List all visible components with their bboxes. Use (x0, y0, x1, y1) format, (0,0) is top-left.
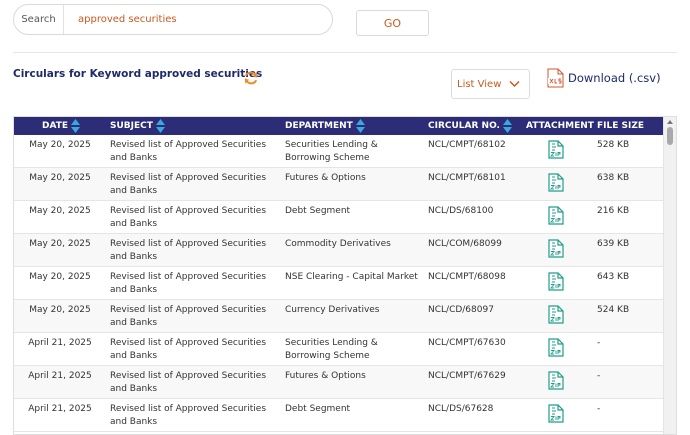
column-header-file-size: FILE SIZE (597, 117, 644, 135)
cell-subject-link[interactable]: Revised list of Approved Securities and … (110, 238, 280, 264)
cell-file-size: - (597, 338, 601, 348)
table-row: April 21, 2025 Revised list of Approved S… (14, 333, 664, 366)
cell-department: Securities Lending & Borrowing Scheme (285, 140, 378, 163)
cell-department: Currency Derivatives (285, 305, 380, 315)
column-label-subject: SUBJECT (110, 121, 153, 131)
zip-file-icon[interactable] (548, 140, 564, 159)
sort-icon[interactable] (71, 119, 81, 133)
zip-file-icon[interactable] (548, 305, 564, 324)
cell-circular-no: NCL/CMPT/67630 (428, 338, 506, 348)
cell-file-size: 524 KB (597, 305, 630, 315)
cell-department: Debt Segment (285, 206, 351, 216)
cell-subject-link[interactable]: Revised list of Approved Securities and … (110, 304, 280, 330)
zip-file-icon[interactable] (548, 206, 564, 225)
cell-circular-no: NCL/CD/68097 (428, 305, 494, 315)
zip-file-icon[interactable] (548, 371, 564, 390)
column-header-subject[interactable]: SUBJECT (110, 117, 165, 135)
sort-icon[interactable] (155, 119, 165, 133)
cell-date: May 20, 2025 (29, 239, 91, 249)
zip-file-icon[interactable] (548, 404, 564, 423)
cell-department: NSE Clearing - Capital Market (285, 272, 418, 282)
cell-subject-link[interactable]: Revised list of Approved Securities and … (110, 139, 280, 165)
cell-date: April 21, 2025 (28, 371, 92, 381)
zip-file-icon[interactable] (548, 173, 564, 192)
chevron-down-icon (509, 80, 520, 88)
view-select-label: List View (457, 78, 502, 90)
cell-circular-no: NCL/CMPT/68101 (428, 173, 506, 183)
column-header-circular-no[interactable]: CIRCULAR NO. (428, 117, 512, 135)
divider (13, 52, 677, 53)
search-input[interactable] (64, 5, 332, 34)
cell-circular-no: NCL/CMPT/67629 (428, 371, 506, 381)
cell-circular-no: NCL/DS/67628 (428, 404, 494, 414)
cell-date: May 20, 2025 (29, 206, 91, 216)
table-row: May 20, 2025 Revised list of Approved Sec… (14, 201, 664, 234)
zip-file-icon[interactable] (548, 272, 564, 291)
go-button[interactable]: GO (356, 10, 429, 36)
column-label-department: DEPARTMENT (285, 121, 353, 131)
cell-subject-link[interactable]: Revised list of Approved Securities and … (110, 271, 280, 297)
cell-date: May 20, 2025 (29, 305, 91, 315)
cell-department: Commodity Derivatives (285, 239, 391, 249)
cell-circular-no: NCL/CMPT/68098 (428, 272, 506, 282)
vertical-scrollbar[interactable] (663, 117, 676, 434)
cell-file-size: - (597, 371, 601, 381)
column-label-date: DATE (42, 121, 69, 131)
cell-department: Securities Lending & Borrowing Scheme (285, 338, 378, 361)
search-label: Search (14, 5, 64, 34)
cell-circular-no: NCL/CMPT/68102 (428, 140, 506, 150)
view-select[interactable]: List View (451, 69, 530, 99)
refresh-icon[interactable] (243, 70, 259, 86)
circulars-table: DATE SUBJECT DEPARTMENT CIRCULAR NO. ATT… (13, 116, 677, 435)
cell-subject-link[interactable]: Revised list of Approved Securities and … (110, 172, 280, 198)
column-header-attachment: ATTACHMENT (526, 117, 594, 135)
cell-circular-no: NCL/COM/68099 (428, 239, 502, 249)
cell-subject-link[interactable]: Revised list of Approved Securities and … (110, 370, 280, 396)
table-row: May 20, 2025 Revised list of Approved Sec… (14, 168, 664, 201)
table-row: April 21, 2025 Revised list of Approved S… (14, 366, 664, 399)
cell-date: May 20, 2025 (29, 140, 91, 150)
cell-file-size: 643 KB (597, 272, 630, 282)
table-header: DATE SUBJECT DEPARTMENT CIRCULAR NO. ATT… (14, 117, 664, 135)
download-csv-link[interactable]: Download (.csv) (568, 71, 661, 85)
column-label-attachment: ATTACHMENT (526, 121, 594, 131)
results-title: Circulars for Keyword approved securitie… (13, 68, 263, 80)
column-header-date[interactable]: DATE (42, 117, 81, 135)
xls-file-icon[interactable] (547, 68, 564, 88)
cell-date: May 20, 2025 (29, 272, 91, 282)
cell-file-size: 528 KB (597, 140, 630, 150)
zip-file-icon[interactable] (548, 239, 564, 258)
cell-department: Debt Segment (285, 404, 351, 414)
sort-icon[interactable] (502, 119, 512, 133)
table-row: May 20, 2025 Revised list of Approved Sec… (14, 135, 664, 168)
zip-file-icon[interactable] (548, 338, 564, 357)
table-row: May 20, 2025 Revised list of Approved Sec… (14, 234, 664, 267)
column-header-department[interactable]: DEPARTMENT (285, 117, 365, 135)
cell-file-size: 639 KB (597, 239, 630, 249)
scrollbar-thumb[interactable] (667, 127, 673, 145)
cell-date: April 21, 2025 (28, 338, 92, 348)
cell-subject-link[interactable]: Revised list of Approved Securities and … (110, 403, 280, 429)
sort-icon[interactable] (355, 119, 365, 133)
scroll-up-arrow-icon[interactable] (667, 120, 673, 124)
column-label-file-size: FILE SIZE (597, 121, 645, 131)
cell-subject-link[interactable]: Revised list of Approved Securities and … (110, 337, 280, 363)
cell-circular-no: NCL/DS/68100 (428, 206, 494, 216)
cell-date: May 20, 2025 (29, 173, 91, 183)
cell-file-size: 638 KB (597, 173, 630, 183)
search-box: Search (13, 4, 333, 35)
cell-department: Futures & Options (285, 173, 366, 183)
cell-subject-link[interactable]: Revised list of Approved Securities and … (110, 205, 280, 231)
table-body: May 20, 2025 Revised list of Approved Sec… (14, 135, 664, 432)
table-row: May 20, 2025 Revised list of Approved Sec… (14, 267, 664, 300)
cell-date: April 21, 2025 (28, 404, 92, 414)
cell-department: Futures & Options (285, 371, 366, 381)
table-row: April 21, 2025 Revised list of Approved S… (14, 399, 664, 432)
table-row: May 20, 2025 Revised list of Approved Sec… (14, 300, 664, 333)
cell-file-size: - (597, 404, 601, 414)
cell-file-size: 216 KB (597, 206, 630, 216)
column-label-circular-no: CIRCULAR NO. (428, 121, 500, 131)
